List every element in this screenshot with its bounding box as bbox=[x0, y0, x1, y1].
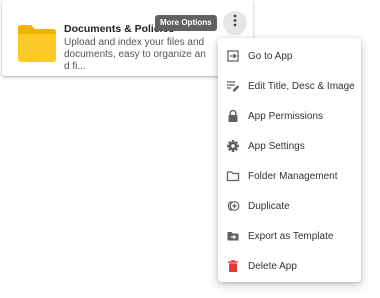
folder-icon bbox=[16, 19, 58, 63]
duplicate-icon bbox=[226, 199, 240, 213]
menu-item-edit[interactable]: Edit Title, Desc & Image bbox=[218, 71, 361, 101]
gear-icon bbox=[226, 139, 240, 153]
more-options-tooltip: More Options bbox=[155, 15, 217, 31]
menu-item-export[interactable]: Export as Template bbox=[218, 221, 361, 251]
menu-item-label: Folder Management bbox=[248, 170, 338, 182]
menu-item-label: Edit Title, Desc & Image bbox=[248, 80, 355, 92]
more-options-button[interactable] bbox=[223, 11, 247, 35]
export-folder-icon bbox=[226, 229, 240, 243]
app-options-menu: Go to App Edit Title, Desc & Image App P… bbox=[218, 38, 361, 282]
menu-item-folder-management[interactable]: Folder Management bbox=[218, 161, 361, 191]
menu-item-label: Delete App bbox=[248, 260, 297, 272]
menu-item-label: Duplicate bbox=[248, 200, 290, 212]
lock-icon bbox=[226, 109, 240, 123]
menu-item-label: App Permissions bbox=[248, 110, 324, 122]
menu-item-label: App Settings bbox=[248, 140, 305, 152]
menu-item-label: Go to App bbox=[248, 50, 293, 62]
folder-outline-icon bbox=[226, 169, 240, 183]
more-vert-icon bbox=[233, 14, 237, 32]
app-card[interactable]: Documents & Policies Upload and index yo… bbox=[2, 0, 253, 76]
trash-icon bbox=[226, 259, 240, 273]
menu-item-permissions[interactable]: App Permissions bbox=[218, 101, 361, 131]
menu-item-go-to-app[interactable]: Go to App bbox=[218, 41, 361, 71]
menu-item-duplicate[interactable]: Duplicate bbox=[218, 191, 361, 221]
app-description: Upload and index your files and document… bbox=[64, 37, 206, 72]
menu-item-label: Export as Template bbox=[248, 230, 334, 242]
menu-item-delete[interactable]: Delete App bbox=[218, 251, 361, 281]
edit-icon bbox=[226, 79, 240, 93]
go-to-app-icon bbox=[226, 49, 240, 63]
menu-item-settings[interactable]: App Settings bbox=[218, 131, 361, 161]
